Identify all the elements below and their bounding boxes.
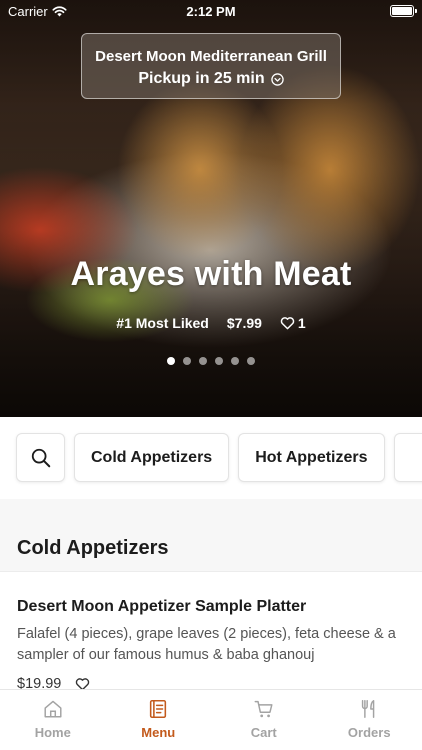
restaurant-pickup-selector[interactable]: Desert Moon Mediterranean Grill Pickup i… bbox=[81, 33, 341, 99]
tab-menu[interactable]: Menu bbox=[113, 698, 203, 740]
section-header-background bbox=[0, 499, 422, 571]
category-bar: Cold Appetizers Hot Appetizers bbox=[0, 417, 422, 499]
tab-bar: Home Menu Cart Orders bbox=[0, 689, 422, 750]
menu-item-description: Falafel (4 pieces), grape leaves (2 piec… bbox=[17, 626, 396, 663]
orders-icon bbox=[362, 700, 375, 718]
search-button[interactable] bbox=[16, 433, 65, 482]
tab-orders-label: Orders bbox=[347, 725, 391, 740]
tab-menu-label: Menu bbox=[141, 725, 176, 740]
carousel-dot[interactable] bbox=[231, 357, 239, 365]
chevron-down-circle-icon bbox=[270, 72, 284, 86]
featured-price: $7.99 bbox=[226, 315, 262, 331]
menu-item[interactable]: Desert Moon Appetizer Sample Platter Fal… bbox=[0, 571, 422, 692]
section-title: Cold Appetizers bbox=[17, 537, 169, 559]
cart-icon bbox=[254, 700, 273, 718]
status-bar: Carrier 2:12 PM bbox=[0, 0, 422, 22]
home-icon bbox=[44, 700, 62, 718]
tab-home-label: Home bbox=[34, 725, 71, 740]
featured-likes: 1 bbox=[280, 315, 306, 331]
featured-item-title: Arayes with Meat bbox=[70, 255, 352, 293]
carousel-pagination[interactable] bbox=[0, 357, 422, 365]
pickup-time: Pickup in 25 min bbox=[82, 68, 340, 90]
category-button[interactable]: Cold Appetizers bbox=[74, 433, 230, 482]
status-time: 2:12 PM bbox=[186, 4, 236, 19]
tab-home[interactable]: Home bbox=[8, 698, 98, 740]
carousel-dot[interactable] bbox=[167, 357, 175, 365]
category-button[interactable]: Hot Appetizers bbox=[238, 433, 385, 482]
search-icon bbox=[31, 448, 50, 467]
tab-orders[interactable]: Orders bbox=[324, 698, 414, 740]
battery-icon bbox=[390, 5, 417, 17]
featured-item-meta: #1 Most Liked $7.99 1 bbox=[0, 315, 422, 331]
restaurant-name: Desert Moon Mediterranean Grill bbox=[95, 48, 327, 65]
carousel-dot[interactable] bbox=[183, 357, 191, 365]
carousel-dot[interactable] bbox=[247, 357, 255, 365]
featured-badge: #1 Most Liked bbox=[116, 315, 209, 331]
menu-item-name: Desert Moon Appetizer Sample Platter bbox=[17, 598, 307, 615]
tab-cart[interactable]: Cart bbox=[219, 698, 309, 740]
carousel-dot[interactable] bbox=[215, 357, 223, 365]
heart-icon bbox=[280, 317, 295, 330]
menu-icon bbox=[150, 699, 167, 719]
pickup-label: Pickup in 25 min bbox=[138, 70, 265, 87]
category-scroller[interactable]: Cold Appetizers Hot Appetizers bbox=[16, 433, 422, 482]
tab-cart-label: Cart bbox=[250, 725, 277, 740]
carousel-dot[interactable] bbox=[199, 357, 207, 365]
category-button-partial[interactable] bbox=[393, 433, 422, 482]
featured-likes-count: 1 bbox=[297, 315, 306, 331]
